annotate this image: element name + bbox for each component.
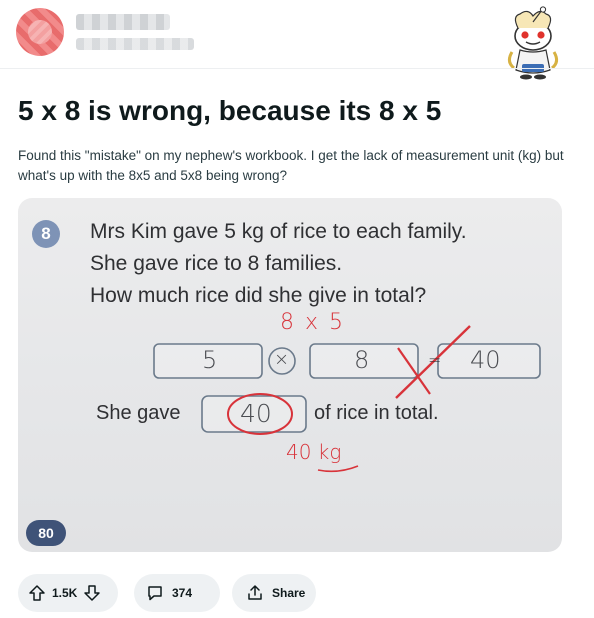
comment-count: 374 xyxy=(172,586,193,600)
question-line-1: Mrs Kim gave 5 kg of rice to each family… xyxy=(90,220,467,243)
downvote-icon[interactable] xyxy=(83,584,101,602)
teacher-note: 8 x 5 xyxy=(280,310,345,335)
divider xyxy=(0,68,594,69)
share-button[interactable]: Share xyxy=(232,574,316,612)
vote-count: 1.5K xyxy=(52,586,78,600)
post-title[interactable]: 5 x 8 is wrong, because its 8 x 5 xyxy=(18,92,578,130)
equals-symbol: = xyxy=(428,350,442,369)
question-line-3: How much rice did she give in total? xyxy=(90,284,427,307)
answer-suffix: of rice in total. xyxy=(314,402,439,424)
box1-value: 5 xyxy=(202,346,218,374)
red-underline xyxy=(317,465,359,473)
box2-value: 8 xyxy=(354,346,370,374)
avatar[interactable] xyxy=(16,8,64,56)
upvote-icon[interactable] xyxy=(28,584,46,602)
comment-icon xyxy=(146,584,164,602)
box3-value: 40 xyxy=(470,346,501,374)
share-icon xyxy=(246,584,264,602)
post-image[interactable]: 8 Mrs Kim gave 5 kg of rice to each fami… xyxy=(18,198,562,552)
question-number-badge: 8 xyxy=(32,220,60,248)
action-bar: 1.5K 374 Share xyxy=(18,574,578,612)
share-label: Share xyxy=(272,586,306,600)
blurred-community-name[interactable] xyxy=(76,14,170,30)
answer-prefix: She gave xyxy=(96,402,181,424)
comments-button[interactable]: 374 xyxy=(134,574,220,612)
blurred-username[interactable] xyxy=(76,38,194,50)
post-header xyxy=(0,0,594,80)
teacher-correction: 40 kg xyxy=(286,440,342,464)
answer-value: 40 xyxy=(240,399,272,428)
vote-pill: 1.5K xyxy=(18,574,118,612)
post-body: Found this "mistake" on my nephew's work… xyxy=(18,148,564,183)
question-line-2: She gave rice to 8 families. xyxy=(90,252,343,275)
times-symbol: × xyxy=(274,349,290,370)
page-number-badge: 80 xyxy=(26,520,66,546)
